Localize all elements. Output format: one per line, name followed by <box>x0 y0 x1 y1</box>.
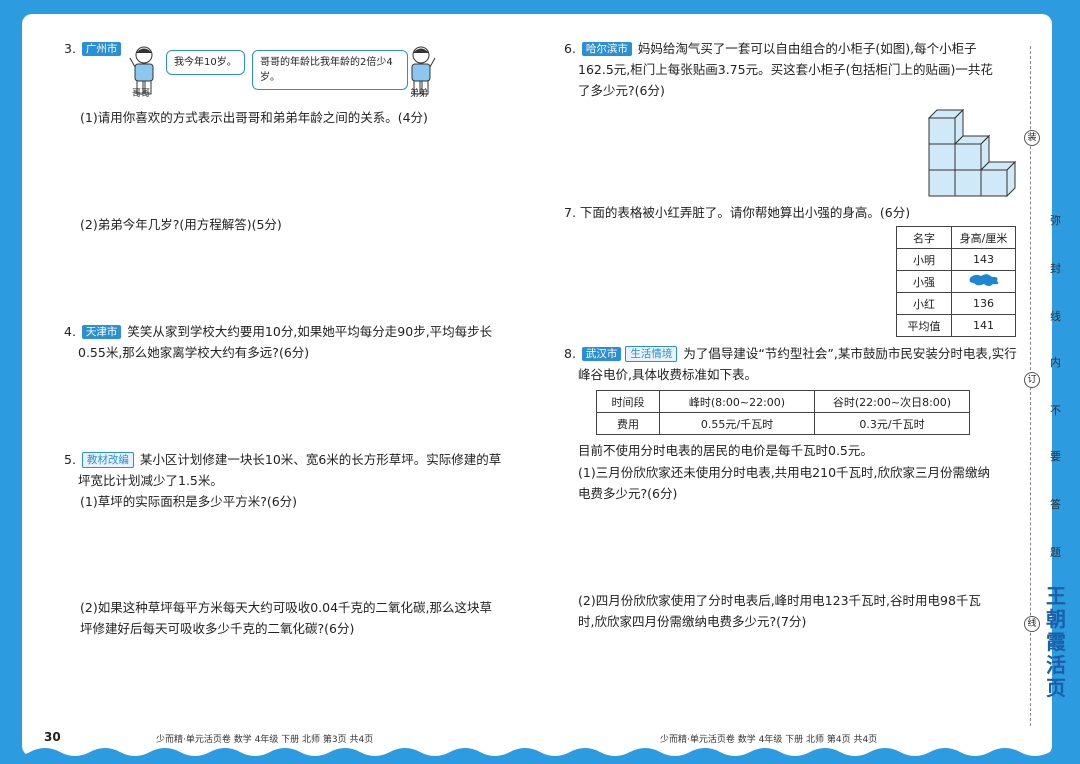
question-8-part-2-line-1: (2)四月份欣欣家使用了分时电表后,峰时用电123千瓦时,谷时用电98千瓦 <box>578 593 981 608</box>
binding-char: 内 <box>1050 356 1061 369</box>
table-cell-name: 小红 <box>896 292 952 315</box>
table-header-name: 名字 <box>896 226 952 249</box>
question-8-part-1-line-1: (1)三月份欣欣家还未使用分时电表,共用电210千瓦时,欣欣家三月份需缴纳 <box>578 465 991 480</box>
question-5-part-2-line-2: 坪修建好后每天可吸收多少千克的二氧化碳?(6分) <box>80 621 355 636</box>
price-table-cell: 费用 <box>596 412 660 435</box>
question-5: 5. 教材改编 某小区计划修建一块长10米、宽6米的长方形草坪。实际修建的草 坪… <box>64 449 534 491</box>
question-5-part-2: (2)如果这种草坪每平方米每天大约可吸收0.04千克的二氧化碳,那么这块草 坪修… <box>80 597 540 639</box>
question-8-part-1: (1)三月份欣欣家还未使用分时电表,共用电210千瓦时,欣欣家三月份需缴纳 电费… <box>578 462 1028 504</box>
question-number: 5. <box>64 452 76 467</box>
region-tag: 武汉市 <box>581 347 622 361</box>
table-cell-height: 136 <box>951 292 1016 315</box>
question-7: 7. 下面的表格被小红弄脏了。请你帮她算出小强的身高。(6分) <box>564 202 910 223</box>
bottom-wave-border <box>0 748 1080 764</box>
binding-char: 线 <box>1050 310 1061 323</box>
binding-circle-middle: 订 <box>1024 372 1040 388</box>
price-table-header: 时间段 <box>596 390 660 413</box>
question-number: 3. <box>64 41 76 56</box>
question-8-part-2: (2)四月份欣欣家使用了分时电表后,峰时用电123千瓦时,谷时用电98千瓦 时,… <box>578 590 1028 632</box>
question-8: 8. 武汉市 生活情境 为了倡导建设“节约型社会”,某市鼓励市民安装分时电表,实行… <box>564 343 1024 385</box>
region-tag: 广州市 <box>81 42 122 56</box>
question-5-part-1: (1)草坪的实际面积是多少平方米?(6分) <box>80 494 298 509</box>
question-6-line-1: 妈妈给淘气买了一套可以自由组合的小柜子(如图),每个小柜子 <box>637 41 977 56</box>
question-8-line-2: 峰谷电价,具体收费标准如下表。 <box>578 367 757 382</box>
table-cell-height: 143 <box>951 248 1016 271</box>
right-footer: 少而精·单元活页卷 数学 4年级 下册 北师 第4页 共4页 <box>660 735 878 745</box>
binding-char: 不 <box>1050 404 1061 417</box>
label-younger: 弟弟 <box>410 89 429 99</box>
binding-char: 要 <box>1050 450 1061 463</box>
price-table-header: 峰时(8:00~22:00) <box>659 390 815 413</box>
question-4: 4. 天津市 笑笑从家到学校大约要用10分,如果她平均每分走90步,平均每步长 … <box>64 321 534 363</box>
region-tag: 哈尔滨市 <box>581 42 632 56</box>
question-3-part-1: (1)请用你喜欢的方式表示出哥哥和弟弟年龄之间的关系。(4分) <box>80 110 428 125</box>
price-table: 时间段 峰时(8:00~22:00) 谷时(22:00~次日8:00) 费用 0… <box>596 390 970 435</box>
binding-char: 题 <box>1050 546 1061 559</box>
question-number: 6. <box>564 41 576 56</box>
region-tag: 天津市 <box>81 325 122 339</box>
question-6-line-2: 162.5元,柜门上每张贴画3.75元。买这套小柜子(包括柜门上的贴画)一共花 <box>578 62 993 77</box>
question-number: 4. <box>64 324 76 339</box>
binding-char: 答 <box>1050 498 1061 511</box>
label-brother: 哥哥 <box>132 89 151 99</box>
question-4-line-1: 笑笑从家到学校大约要用10分,如果她平均每分走90步,平均每步长 <box>127 324 493 339</box>
question-5-part-2-line-1: (2)如果这种草坪每平方米每天大约可吸收0.04千克的二氧化碳,那么这块草 <box>80 600 493 615</box>
question-6-line-3: 了多少元?(6分) <box>578 83 665 98</box>
question-7-text: 下面的表格被小红弄脏了。请你帮她算出小强的身高。(6分) <box>579 205 911 220</box>
binding-char: 弥 <box>1050 214 1061 227</box>
height-table: 名字 身高/厘米 小明 143 小强 小红 136 平均值 141 <box>896 226 1016 337</box>
table-cell-height: 141 <box>951 314 1016 337</box>
binding-char: 封 <box>1050 262 1061 275</box>
price-table-header: 谷时(22:00~次日8:00) <box>814 390 970 413</box>
context-tag: 生活情境 <box>625 346 678 362</box>
ink-smudge <box>969 274 998 286</box>
question-5-line-2: 坪宽比计划减少了1.5米。 <box>78 473 223 488</box>
question-8-part-2-line-2: 时,欣欣家四月份需缴纳电费多少元?(7分) <box>578 614 807 629</box>
question-8-note: 目前不使用分时电表的居民的电价是每千瓦时0.5元。 <box>578 443 873 458</box>
question-5-line-1: 某小区计划修建一块长10米、宽6米的长方形草坪。实际修建的草 <box>139 452 502 467</box>
brother-speech-bubble: 我今年10岁。 <box>166 50 245 75</box>
question-8-line-1: 为了倡导建设“节约型社会”,某市鼓励市民安装分时电表,实行 <box>683 346 1017 361</box>
table-header-height: 身高/厘米 <box>951 226 1016 249</box>
brand-logo: 王朝霞活页 <box>1046 584 1066 700</box>
question-number: 7. <box>564 205 576 220</box>
question-6: 6. 哈尔滨市 妈妈给淘气买了一套可以自由组合的小柜子(如图),每个小柜子 16… <box>564 38 1024 101</box>
table-cell-name: 平均值 <box>896 314 952 337</box>
binding-circle-bottom: 线 <box>1024 616 1040 632</box>
left-footer: 少而精·单元活页卷 数学 4年级 下册 北师 第3页 共4页 <box>156 735 374 745</box>
price-table-cell: 0.3元/千瓦时 <box>814 412 970 435</box>
question-3-part-2: (2)弟弟今年几岁?(用方程解答)(5分) <box>80 217 282 232</box>
question-3-header: 3. 广州市 <box>64 38 123 59</box>
question-4-line-2: 0.55米,那么她家离学校大约有多远?(6分) <box>78 345 310 360</box>
question-number: 8. <box>564 346 576 361</box>
table-cell-name: 小强 <box>896 270 952 293</box>
page-number: 30 <box>44 730 61 744</box>
source-tag: 教材改编 <box>81 452 134 468</box>
table-cell-height-smudged <box>951 270 1016 293</box>
younger-speech-bubble: 哥哥的年龄比我年龄的2倍少4岁。 <box>252 50 408 90</box>
price-table-cell: 0.55元/千瓦时 <box>659 412 815 435</box>
table-cell-name: 小明 <box>896 248 952 271</box>
cabinet-illustration <box>927 108 1017 198</box>
question-8-part-1-line-2: 电费多少元?(6分) <box>578 486 678 501</box>
binding-circle-top: 装 <box>1024 130 1040 146</box>
